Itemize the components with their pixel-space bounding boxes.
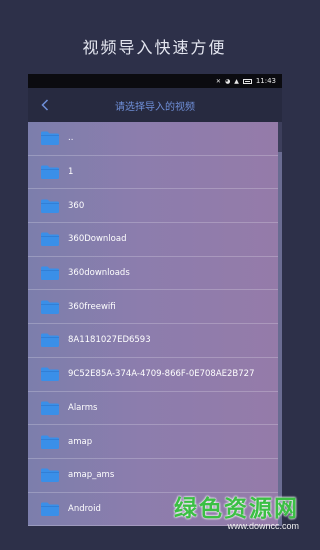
file-name: 8A1181027ED6593	[68, 335, 151, 346]
file-list: .. 1 360 360Download 360downloads 360freewifi…	[28, 122, 278, 526]
status-time: 11:43	[255, 77, 276, 85]
folder-icon	[41, 468, 59, 483]
watermark-title: 绿色资源网	[174, 496, 299, 522]
file-list-item[interactable]: 360Download	[28, 223, 278, 257]
folder-icon	[41, 333, 59, 348]
battery-icon	[242, 78, 252, 84]
scrollbar-thumb[interactable]	[278, 122, 282, 152]
mute-icon: ✕	[215, 77, 221, 85]
file-list-item[interactable]: Alarms	[28, 392, 278, 426]
file-list-item[interactable]: amap_ams	[28, 459, 278, 493]
file-list-item[interactable]: 360	[28, 189, 278, 224]
file-list-item[interactable]: 9C52E85A-374A-4709-866F-0E708AE2B727	[28, 358, 278, 392]
folder-icon	[41, 502, 59, 516]
page-title: 请选择导入的视频	[115, 101, 195, 113]
folder-icon	[41, 232, 59, 247]
file-list-item[interactable]: 360downloads	[28, 257, 278, 291]
file-list-item[interactable]: amap	[28, 425, 278, 459]
file-name: amap_ams	[68, 470, 115, 481]
folder-icon	[41, 199, 59, 213]
file-name: 360freewifi	[68, 301, 116, 312]
folder-icon	[41, 435, 59, 449]
signal-icon: ▲	[234, 77, 239, 85]
watermark: 绿色资源网 www.downcc.com	[174, 498, 299, 531]
folder-icon	[41, 367, 59, 382]
folder-icon	[41, 165, 59, 180]
file-name: Alarms	[68, 402, 98, 413]
file-name: 360Download	[68, 234, 127, 245]
file-name: 360	[68, 200, 85, 211]
scrollbar-track[interactable]	[278, 122, 282, 526]
status-bar: ✕ ◕ ▲ 11:43	[28, 74, 282, 88]
file-name: 9C52E85A-374A-4709-866F-0E708AE2B727	[68, 369, 255, 380]
chevron-left-icon	[41, 99, 49, 111]
watermark-url: www.downcc.com	[227, 521, 299, 531]
file-list-item[interactable]: 8A1181027ED6593	[28, 324, 278, 358]
file-name: amap	[68, 436, 93, 447]
folder-icon	[41, 266, 59, 281]
file-name: 1	[68, 167, 74, 178]
folder-icon	[41, 131, 59, 146]
file-name: 360downloads	[68, 268, 130, 279]
file-list-item[interactable]: 360freewifi	[28, 290, 278, 325]
folder-icon	[41, 401, 59, 415]
file-name: Android	[68, 503, 101, 514]
file-list-item[interactable]: ..	[28, 122, 278, 156]
folder-icon	[41, 300, 59, 314]
phone-screen: ✕ ◕ ▲ 11:43 请选择导入的视频 .. 1 360 360Download 36…	[28, 74, 282, 526]
file-name: ..	[68, 133, 74, 144]
back-button[interactable]	[36, 96, 54, 114]
title-bar: 请选择导入的视频	[28, 88, 282, 122]
wifi-icon: ◕	[224, 77, 231, 85]
promo-headline: 视频导入快速方便	[82, 38, 227, 57]
file-list-item[interactable]: 1	[28, 156, 278, 190]
